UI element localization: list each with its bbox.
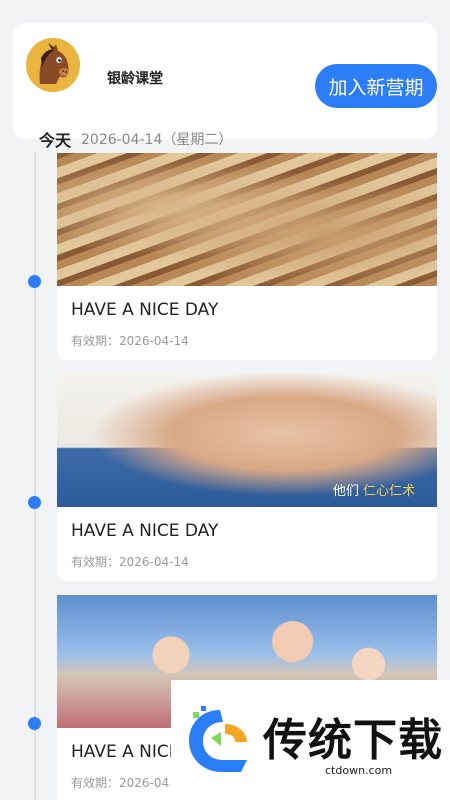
today-label: 今天: [39, 131, 72, 150]
site-watermark: 传统下载 ctdown.com: [171, 680, 450, 800]
lesson-title: HAVE A NICE: [71, 742, 180, 762]
lesson-card[interactable]: HAVE A NICE DAY 有效期：2026-04-14: [57, 153, 437, 360]
timeline-dot: [28, 496, 41, 509]
course-header-card: 银龄课堂 加入新营期 今天 2026-04-14（星期二）: [13, 23, 437, 150]
lesson-title: HAVE A NICE DAY: [71, 300, 219, 320]
lesson-title: HAVE A NICE DAY: [71, 521, 219, 541]
lesson-card[interactable]: 他们 仁心仁术 HAVE A NICE DAY 有效期：2026-04-14: [57, 374, 437, 581]
watermark-url: ctdown.com: [325, 764, 393, 777]
lesson-thumbnail-herbs[interactable]: [57, 153, 437, 286]
caption-highlight: 仁心仁术: [362, 484, 415, 499]
lesson-validity: 有效期：2026-04-14: [71, 555, 189, 569]
lesson-thumbnail-massage[interactable]: 他们 仁心仁术: [57, 374, 437, 507]
video-caption: 他们 仁心仁术: [333, 480, 415, 499]
caption-prefix: 他们: [332, 484, 359, 499]
app-name: 银龄课堂: [107, 71, 163, 87]
timeline-dot: [28, 717, 41, 730]
timeline-line: [34, 152, 36, 800]
lesson-validity: 有效期：2026-04-14: [71, 334, 189, 348]
lesson-validity: 有效期：2026-04: [71, 776, 170, 790]
ctdown-logo-icon: [189, 706, 247, 772]
horse-icon: [26, 38, 80, 92]
timeline-dot: [28, 275, 41, 288]
current-date: 2026-04-14（星期二）: [81, 132, 233, 148]
watermark-brand: 传统下载: [263, 715, 443, 766]
horse-avatar[interactable]: [26, 38, 80, 92]
join-new-session-button[interactable]: 加入新营期: [315, 64, 437, 108]
